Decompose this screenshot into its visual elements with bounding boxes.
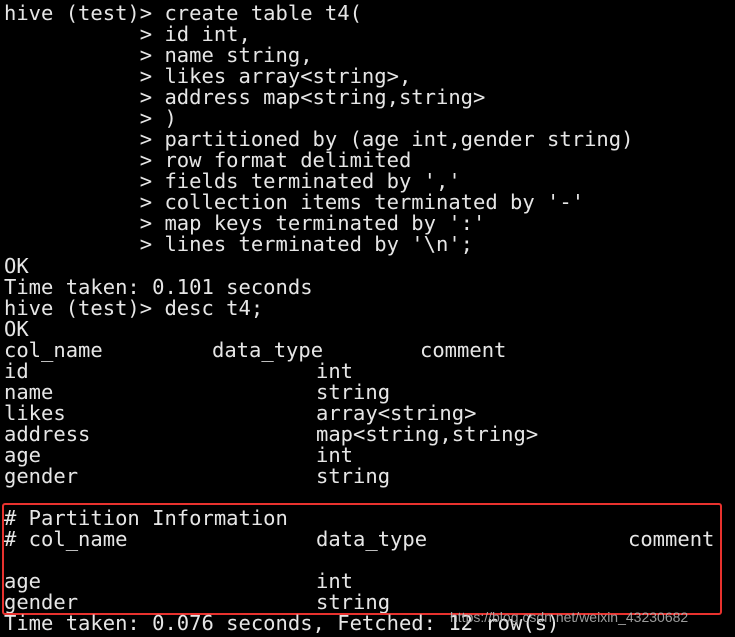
create-table-line-6: > ) bbox=[4, 106, 177, 130]
desc-row-data-type: int bbox=[316, 359, 354, 383]
desc-row-col-name: likes bbox=[4, 401, 66, 425]
create-table-line-3: > name string, bbox=[4, 43, 313, 67]
header-data-type: data_type bbox=[212, 338, 324, 362]
desc-row-data-type: int bbox=[316, 443, 354, 467]
desc-row-col-name: name bbox=[4, 380, 54, 404]
desc-row-data-type: map<string,string> bbox=[316, 422, 539, 446]
ok-output-2: OK bbox=[4, 317, 29, 341]
create-table-line-9: > fields terminated by ',' bbox=[4, 169, 461, 193]
partition-highlight-box bbox=[2, 503, 722, 615]
desc-row-col-name: gender bbox=[4, 464, 79, 488]
terminal-window[interactable]: hive (test)> create table t4( > id int, … bbox=[0, 0, 735, 637]
watermark-text: https://blog.csdn.net/weixin_43230682 bbox=[450, 609, 689, 625]
header-col-name: col_name bbox=[4, 338, 103, 362]
ok-output-1: OK bbox=[4, 254, 29, 278]
create-table-line-5: > address map<string,string> bbox=[4, 85, 486, 109]
create-table-line-2: > id int, bbox=[4, 22, 251, 46]
desc-row-col-name: id bbox=[4, 359, 29, 383]
create-table-line-11: > map keys terminated by ':' bbox=[4, 211, 486, 235]
create-table-line-12: > lines terminated by '\n'; bbox=[4, 232, 473, 256]
create-table-line-4: > likes array<string>, bbox=[4, 64, 412, 88]
desc-row-col-name: age bbox=[4, 443, 42, 467]
desc-row-data-type: array<string> bbox=[316, 401, 477, 425]
desc-row-col-name: address bbox=[4, 422, 91, 446]
time-taken-1: Time taken: 0.101 seconds bbox=[4, 275, 313, 299]
create-table-line-7: > partitioned by (age int,gender string) bbox=[4, 127, 634, 151]
header-comment: comment bbox=[420, 338, 507, 362]
create-table-line-8: > row format delimited bbox=[4, 148, 412, 172]
create-table-line-10: > collection items terminated by '-' bbox=[4, 190, 585, 214]
create-table-line-1: hive (test)> create table t4( bbox=[4, 1, 362, 25]
desc-row-data-type: string bbox=[316, 380, 391, 404]
desc-row-data-type: string bbox=[316, 464, 391, 488]
desc-command-line: hive (test)> desc t4; bbox=[4, 296, 264, 320]
